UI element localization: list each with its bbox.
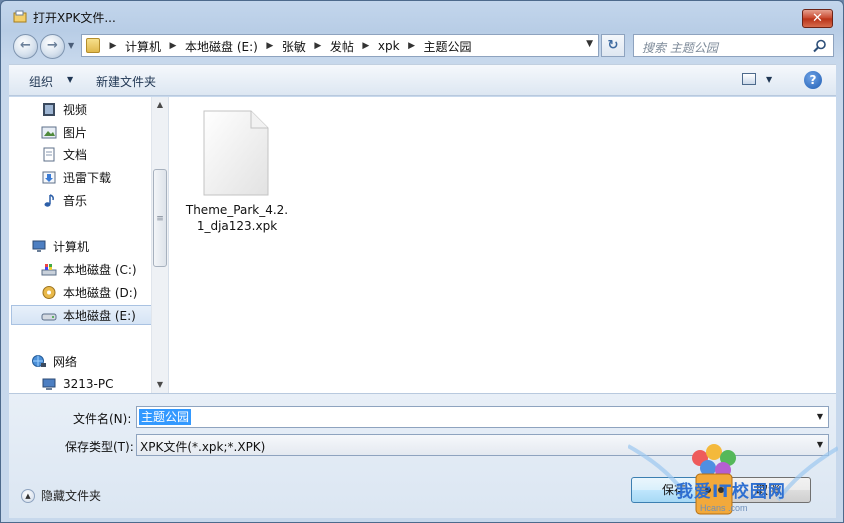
documents-icon: [43, 147, 55, 161]
scroll-down-icon[interactable]: ▼: [152, 377, 168, 393]
chevron-right-icon[interactable]: ▶: [311, 41, 325, 51]
hide-folders-label: 隐藏文件夹: [41, 489, 102, 503]
new-folder-button[interactable]: 新建文件夹: [96, 73, 156, 90]
sidebar-item-pictures[interactable]: 图片: [41, 122, 87, 142]
chevron-right-icon[interactable]: ▶: [106, 41, 120, 51]
chevron-down-icon[interactable]: ▼: [817, 412, 823, 421]
sidebar-item-label: 图片: [63, 125, 88, 140]
sidebar-item-pc[interactable]: 3213-PC: [41, 374, 113, 394]
sidebar-item-label: 迅雷下载: [63, 170, 112, 185]
sidebar-item-label: 音乐: [63, 193, 88, 208]
breadcrumb-item[interactable]: 本地磁盘 (E:): [180, 38, 263, 55]
watermark-subtext: Hcans .com: [700, 503, 748, 513]
sidebar-item-label: 本地磁盘 (E:): [63, 308, 136, 323]
sidebar-item-computer[interactable]: 计算机: [31, 236, 89, 256]
sidebar-item-documents[interactable]: 文档: [41, 144, 87, 164]
address-dropdown-icon[interactable]: ▼: [586, 39, 593, 49]
sidebar-item-network[interactable]: 网络: [31, 351, 77, 371]
breadcrumb-item[interactable]: 计算机: [120, 38, 166, 55]
sidebar-item-label: 视频: [63, 102, 88, 117]
chevron-right-icon[interactable]: ▶: [405, 41, 419, 51]
breadcrumb: ▶ 计算机 ▶ 本地磁盘 (E:) ▶ 张敏 ▶ 发帖 ▶ xpk ▶ 主题公园: [106, 38, 477, 54]
sidebar-item-music[interactable]: 音乐: [41, 190, 87, 210]
refresh-button[interactable]: ↻: [601, 34, 625, 57]
search-input[interactable]: 搜索 主题公园: [633, 34, 834, 57]
chevron-down-icon[interactable]: ▼: [817, 440, 823, 449]
collapse-icon[interactable]: ▲: [21, 488, 35, 503]
sidebar-item-label: 网络: [53, 354, 78, 369]
filetype-value: XPK文件(*.xpk;*.XPK): [140, 440, 266, 454]
sidebar-item-label: 本地磁盘 (C:): [63, 262, 137, 277]
change-view-icon[interactable]: [742, 73, 756, 85]
close-button[interactable]: ✕: [802, 9, 833, 28]
breadcrumb-item[interactable]: 主题公园: [419, 38, 477, 55]
filename-field[interactable]: 主题公园 ▼: [136, 406, 829, 428]
sidebar-item-label: 文档: [63, 147, 88, 162]
breadcrumb-item[interactable]: xpk: [373, 39, 405, 53]
drive-e-icon: [41, 313, 57, 320]
filename-label: 文件名(N):: [73, 412, 132, 426]
download-icon: [42, 171, 56, 183]
sidebar-item-drive-d[interactable]: 本地磁盘 (D:): [41, 282, 137, 302]
chevron-right-icon[interactable]: ▶: [166, 41, 180, 51]
chevron-right-icon[interactable]: ▶: [359, 41, 373, 51]
view-dropdown-icon[interactable]: ▼: [766, 75, 772, 84]
back-button[interactable]: ←: [13, 34, 38, 59]
sidebar-item-label: 计算机: [53, 239, 90, 254]
navigation-pane: 视频 图片 文档 迅雷下载 音乐 计算机 本地磁盘 (C:) 本地磁盘 (D:)…: [9, 97, 169, 393]
open-file-dialog: 打开XPK文件... ✕ ← → ▼ ▶ 计算机 ▶ 本地磁盘 (E:) ▶ 张…: [0, 0, 844, 523]
scroll-thumb[interactable]: ≡: [153, 169, 167, 267]
generic-file-icon[interactable]: [203, 110, 269, 196]
computer-icon: [32, 240, 46, 252]
sidebar-item-label: 3213-PC: [63, 377, 114, 391]
address-bar[interactable]: ▶ 计算机 ▶ 本地磁盘 (E:) ▶ 张敏 ▶ 发帖 ▶ xpk ▶ 主题公园…: [81, 34, 599, 57]
breadcrumb-item[interactable]: 张敏: [277, 38, 311, 55]
organize-button[interactable]: 组织: [29, 73, 53, 90]
sidebar-item-downloads[interactable]: 迅雷下载: [41, 167, 111, 187]
sidebar-item-drive-c[interactable]: 本地磁盘 (C:): [41, 259, 137, 279]
title-bar: 打开XPK文件... ✕: [1, 1, 843, 31]
forward-button[interactable]: →: [40, 34, 65, 59]
organize-dropdown-icon[interactable]: ▼: [67, 75, 73, 84]
sidebar-item-label: 本地磁盘 (D:): [63, 285, 138, 300]
search-icon[interactable]: [812, 38, 828, 54]
file-name[interactable]: Theme_Park_4.2.1_dja123.xpk: [183, 202, 291, 234]
watermark-text: 我爱IT校园网: [676, 482, 786, 502]
scroll-up-icon[interactable]: ▲: [152, 97, 168, 113]
filetype-label: 保存类型(T):: [65, 440, 134, 454]
drive-d-icon: [42, 285, 56, 299]
filename-value[interactable]: 主题公园: [139, 409, 192, 425]
hide-folders-toggle[interactable]: ▲ 隐藏文件夹: [21, 487, 101, 504]
window-title: 打开XPK文件...: [33, 11, 116, 25]
drive-c-icon: [41, 263, 57, 275]
folder-icon: [86, 38, 100, 53]
app-icon: [13, 10, 27, 23]
breadcrumb-item[interactable]: 发帖: [325, 38, 359, 55]
pictures-icon: [41, 126, 57, 138]
file-list: Theme_Park_4.2.1_dja123.xpk: [169, 97, 836, 393]
video-icon: [43, 102, 55, 116]
command-toolbar: 组织 ▼ 新建文件夹 ▼ ?: [9, 64, 836, 96]
nav-scrollbar[interactable]: ▲ ≡ ▼: [151, 97, 168, 393]
sidebar-item-drive-e[interactable]: 本地磁盘 (E:): [11, 305, 157, 325]
help-icon[interactable]: ?: [804, 71, 822, 89]
sidebar-item-video[interactable]: 视频: [41, 99, 87, 119]
search-placeholder: 搜索 主题公园: [642, 41, 718, 55]
history-dropdown-icon[interactable]: ▼: [68, 41, 74, 50]
chevron-right-icon[interactable]: ▶: [263, 41, 277, 51]
filetype-select[interactable]: XPK文件(*.xpk;*.XPK) ▼: [136, 434, 829, 456]
network-icon: [32, 354, 46, 367]
pc-icon: [42, 378, 56, 390]
music-icon: [44, 193, 54, 207]
